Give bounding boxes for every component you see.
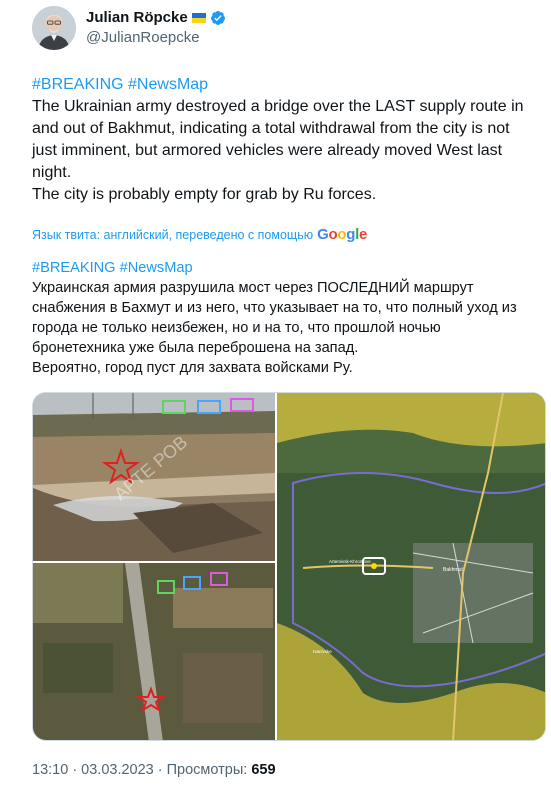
- tweet-body-en: The Ukrainian army destroyed a bridge ov…: [32, 98, 524, 203]
- hashtags-en[interactable]: #BREAKING #NewsMap: [32, 76, 208, 93]
- map-label-ivanivske: Ivanivske: [313, 649, 332, 654]
- author-handle[interactable]: @JulianRoepcke: [86, 28, 226, 48]
- google-logo: Google: [317, 226, 368, 243]
- avatar-image: [32, 6, 76, 50]
- media-collage: АРТЕ РОВ Artemivsk-Khromove Bakhmut Ivan…: [33, 393, 546, 741]
- map-image[interactable]: Artemivsk-Khromove Bakhmut Ivanivske: [277, 393, 546, 741]
- tweet-text-translated: #BREAKING #NewsMap Украинская армия разр…: [32, 258, 532, 378]
- avatar[interactable]: [32, 6, 76, 50]
- tweet-body-ru: Украинская армия разрушила мост через ПО…: [32, 280, 517, 376]
- translation-label: Язык твита: английский, переведено с пом…: [32, 227, 314, 242]
- tweet-header: Julian Röpcke @JulianRoepcke: [32, 6, 532, 50]
- ukraine-flag-icon: [191, 13, 206, 23]
- satellite-photo[interactable]: [33, 563, 275, 741]
- translation-note[interactable]: Язык твита: английский, переведено с пом…: [32, 226, 367, 243]
- tweet-text-original: #BREAKING #NewsMap The Ukrainian army de…: [32, 74, 532, 206]
- map-label-bakhmut: Bakhmut: [443, 567, 463, 573]
- tweet-timestamp[interactable]: 13:10 · 03.03.2023 · Просмотры:: [32, 762, 247, 778]
- view-count: 659: [251, 762, 276, 778]
- tweet-meta: 13:10 · 03.03.2023 · Просмотры: 659: [32, 762, 276, 778]
- verified-badge-icon: [210, 11, 225, 25]
- map-label-artemivsk: Artemivsk-Khromove: [329, 559, 371, 564]
- tweet-media[interactable]: АРТЕ РОВ Artemivsk-Khromove Bakhmut Ivan…: [32, 392, 546, 741]
- hashtags-ru[interactable]: #BREAKING #NewsMap: [32, 260, 193, 276]
- author-display-name[interactable]: Julian Röpcke: [86, 9, 188, 27]
- bridge-photo[interactable]: АРТЕ РОВ: [33, 393, 275, 561]
